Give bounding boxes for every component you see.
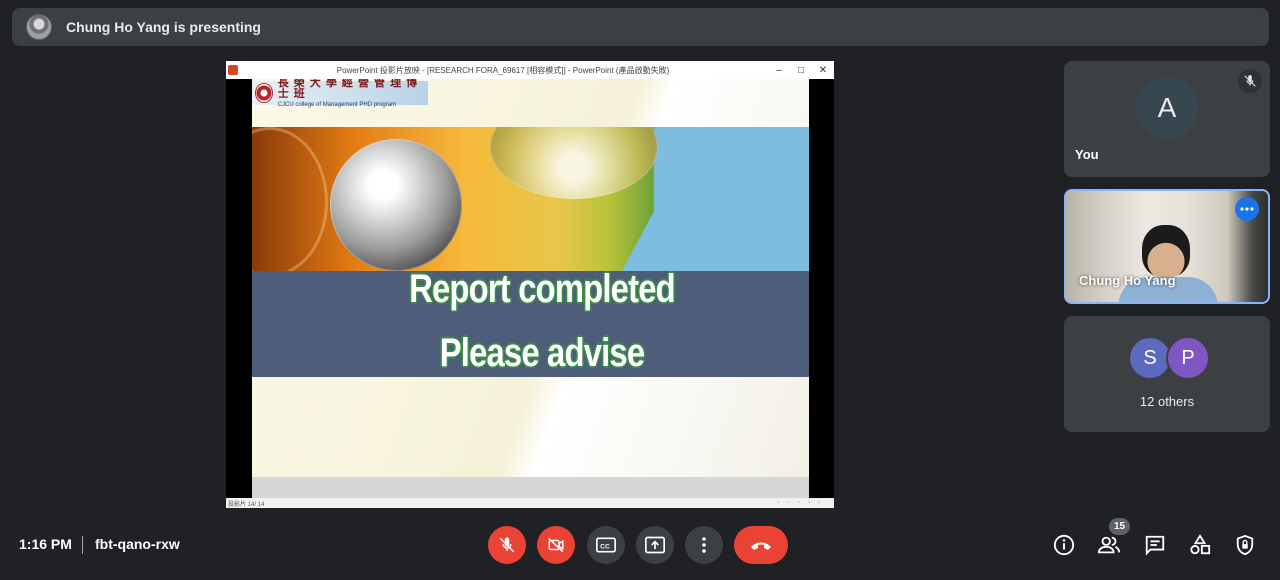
- camera-off-icon: [547, 537, 564, 553]
- mic-off-icon: [1238, 69, 1262, 93]
- logo-english-text: CJCU college of Management PHD program: [277, 102, 397, 108]
- mic-off-icon: [499, 537, 515, 553]
- present-button[interactable]: [636, 526, 674, 564]
- participant-tile-you[interactable]: A You: [1064, 61, 1270, 177]
- participant-name: You: [1075, 147, 1099, 162]
- others-count-label: 12 others: [1139, 394, 1195, 409]
- captions-button[interactable]: CC: [587, 526, 625, 564]
- divider: [82, 536, 83, 554]
- activities-button[interactable]: [1187, 532, 1213, 558]
- slide-banner-image: [252, 127, 809, 271]
- captions-icon: CC: [596, 537, 616, 553]
- more-options-button[interactable]: [685, 526, 723, 564]
- participant-name: Chung Ho Yang: [1079, 273, 1176, 288]
- present-screen-icon: [645, 536, 665, 554]
- slideshow-view-icons: ▫▫▫▫▫: [777, 500, 828, 506]
- host-controls-button[interactable]: [1232, 532, 1258, 558]
- camera-toggle-button[interactable]: [537, 526, 575, 564]
- university-seal-icon: [255, 83, 273, 103]
- current-time: 1:16 PM: [19, 536, 72, 552]
- avatar: P: [1166, 336, 1210, 380]
- slide-counter: 投影片 14/ 14: [228, 501, 265, 508]
- presenter-avatar-icon: [26, 14, 52, 40]
- slide-line-1: Report completed: [409, 267, 676, 311]
- mic-toggle-button[interactable]: [488, 526, 526, 564]
- shared-screen: PowerPoint 投影片放映 - [RESEARCH FORA_69617 …: [226, 61, 834, 508]
- close-icon: ✕: [818, 64, 828, 76]
- chat-button[interactable]: [1142, 532, 1168, 558]
- slide-line-2: Please advise: [439, 331, 645, 375]
- participant-count-badge: 15: [1109, 518, 1130, 535]
- slide-bottom-strip: [252, 477, 809, 498]
- avatar: A: [1136, 77, 1198, 139]
- meeting-code: fbt-qano-rxw: [95, 536, 180, 552]
- presenting-banner: Chung Ho Yang is presenting: [12, 8, 1269, 46]
- more-vertical-icon: [702, 537, 706, 553]
- leave-call-button[interactable]: [734, 526, 788, 564]
- presentation-slide: 長 榮 大 學 經 營 管 理 博 士 班 CJCU college of Ma…: [252, 79, 809, 498]
- globe-graphic: [330, 139, 462, 271]
- powerpoint-icon: [228, 65, 238, 75]
- chat-icon: [1145, 535, 1165, 556]
- powerpoint-titlebar: PowerPoint 投影片放映 - [RESEARCH FORA_69617 …: [226, 61, 834, 79]
- people-button[interactable]: [1096, 532, 1122, 558]
- minimize-icon: –: [776, 64, 782, 76]
- more-options-icon[interactable]: [1235, 197, 1259, 221]
- people-icon: [1097, 536, 1121, 554]
- university-logo: 長 榮 大 學 經 營 管 理 博 士 班 CJCU college of Ma…: [252, 79, 428, 108]
- logo-chinese-text: 長 榮 大 學 經 營 管 理 博 士 班: [277, 79, 419, 100]
- participant-tile-presenter[interactable]: Chung Ho Yang: [1064, 189, 1270, 304]
- meeting-details-button[interactable]: [1051, 532, 1077, 558]
- shield-lock-icon: [1236, 534, 1254, 556]
- svg-text:CC: CC: [600, 543, 610, 550]
- activities-icon: [1190, 534, 1211, 555]
- info-icon: [1053, 534, 1075, 556]
- presenting-text: Chung Ho Yang is presenting: [66, 19, 261, 35]
- hang-up-icon: [751, 542, 771, 550]
- window-title: PowerPoint 投影片放映 - [RESEARCH FORA_69617 …: [336, 65, 670, 75]
- avatar: S: [1130, 338, 1170, 378]
- slideshow-status-bar: 投影片 14/ 14 ▫▫▫▫▫: [226, 498, 834, 508]
- maximize-icon: □: [797, 64, 805, 76]
- participant-tile-others[interactable]: S P 12 others: [1064, 316, 1270, 432]
